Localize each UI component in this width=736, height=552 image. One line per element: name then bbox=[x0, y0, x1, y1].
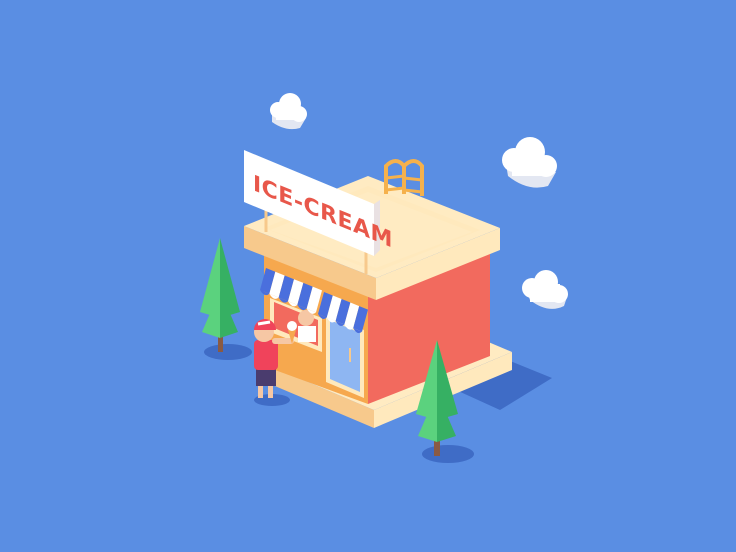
shopkeeper bbox=[298, 310, 316, 342]
isometric-ice-cream-shop-scene: ICE-CREAM bbox=[0, 0, 736, 552]
tree-right-shadow bbox=[422, 445, 474, 463]
tree-left-shadow bbox=[204, 344, 252, 360]
